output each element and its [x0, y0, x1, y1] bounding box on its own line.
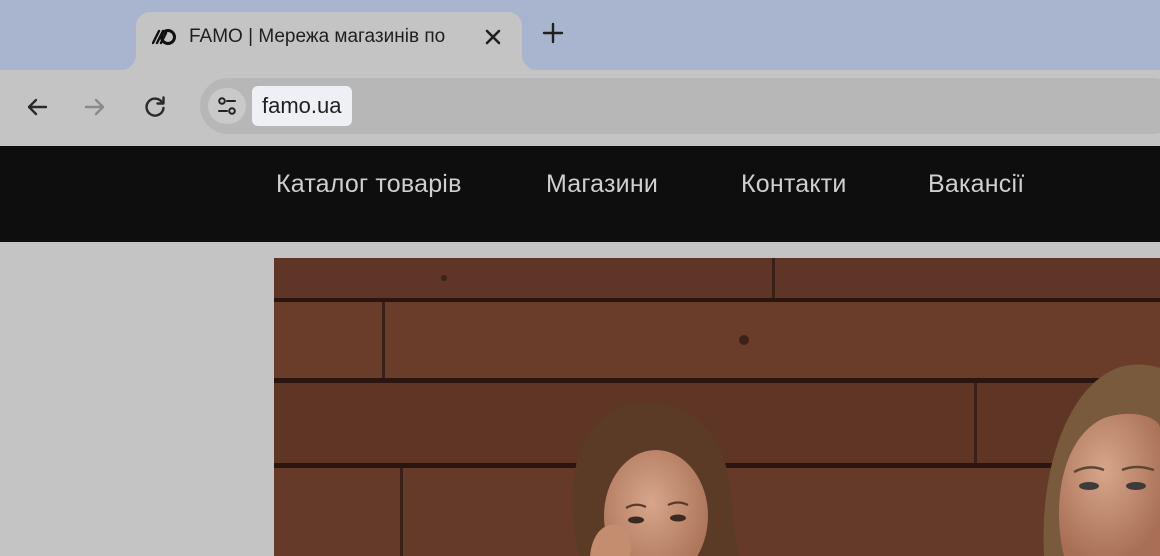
close-tab-icon[interactable] [480, 24, 506, 50]
famo-logo-icon [152, 29, 176, 45]
url-text[interactable]: famo.ua [252, 86, 352, 126]
hero-image[interactable] [274, 258, 1160, 556]
nav-item-stores[interactable]: Магазини [546, 166, 658, 202]
reload-icon[interactable] [140, 92, 170, 122]
browser-tab-active[interactable]: FAMO | Мережа магазинів по [120, 12, 538, 70]
hero-photo [274, 258, 1160, 556]
nav-item-vacancies[interactable]: Вакансії [928, 166, 1024, 202]
site-header: Каталог товарів Магазини Контакти Ваканс… [0, 146, 1160, 242]
page-body [0, 242, 1160, 556]
tab-title: FAMO | Мережа магазинів по [189, 26, 446, 47]
plus-icon[interactable] [540, 20, 566, 46]
arrow-left-icon[interactable] [22, 92, 52, 122]
nav-item-catalog[interactable]: Каталог товарів [276, 166, 462, 202]
address-bar[interactable]: famo.ua [200, 78, 1160, 134]
nav-item-contacts[interactable]: Контакти [741, 166, 847, 202]
browser-toolbar: famo.ua [0, 70, 1160, 146]
tab-strip: FAMO | Мережа магазинів по [0, 0, 1160, 70]
site-info-button[interactable] [208, 88, 246, 124]
tune-icon [218, 97, 236, 115]
arrow-right-icon[interactable] [80, 92, 110, 122]
